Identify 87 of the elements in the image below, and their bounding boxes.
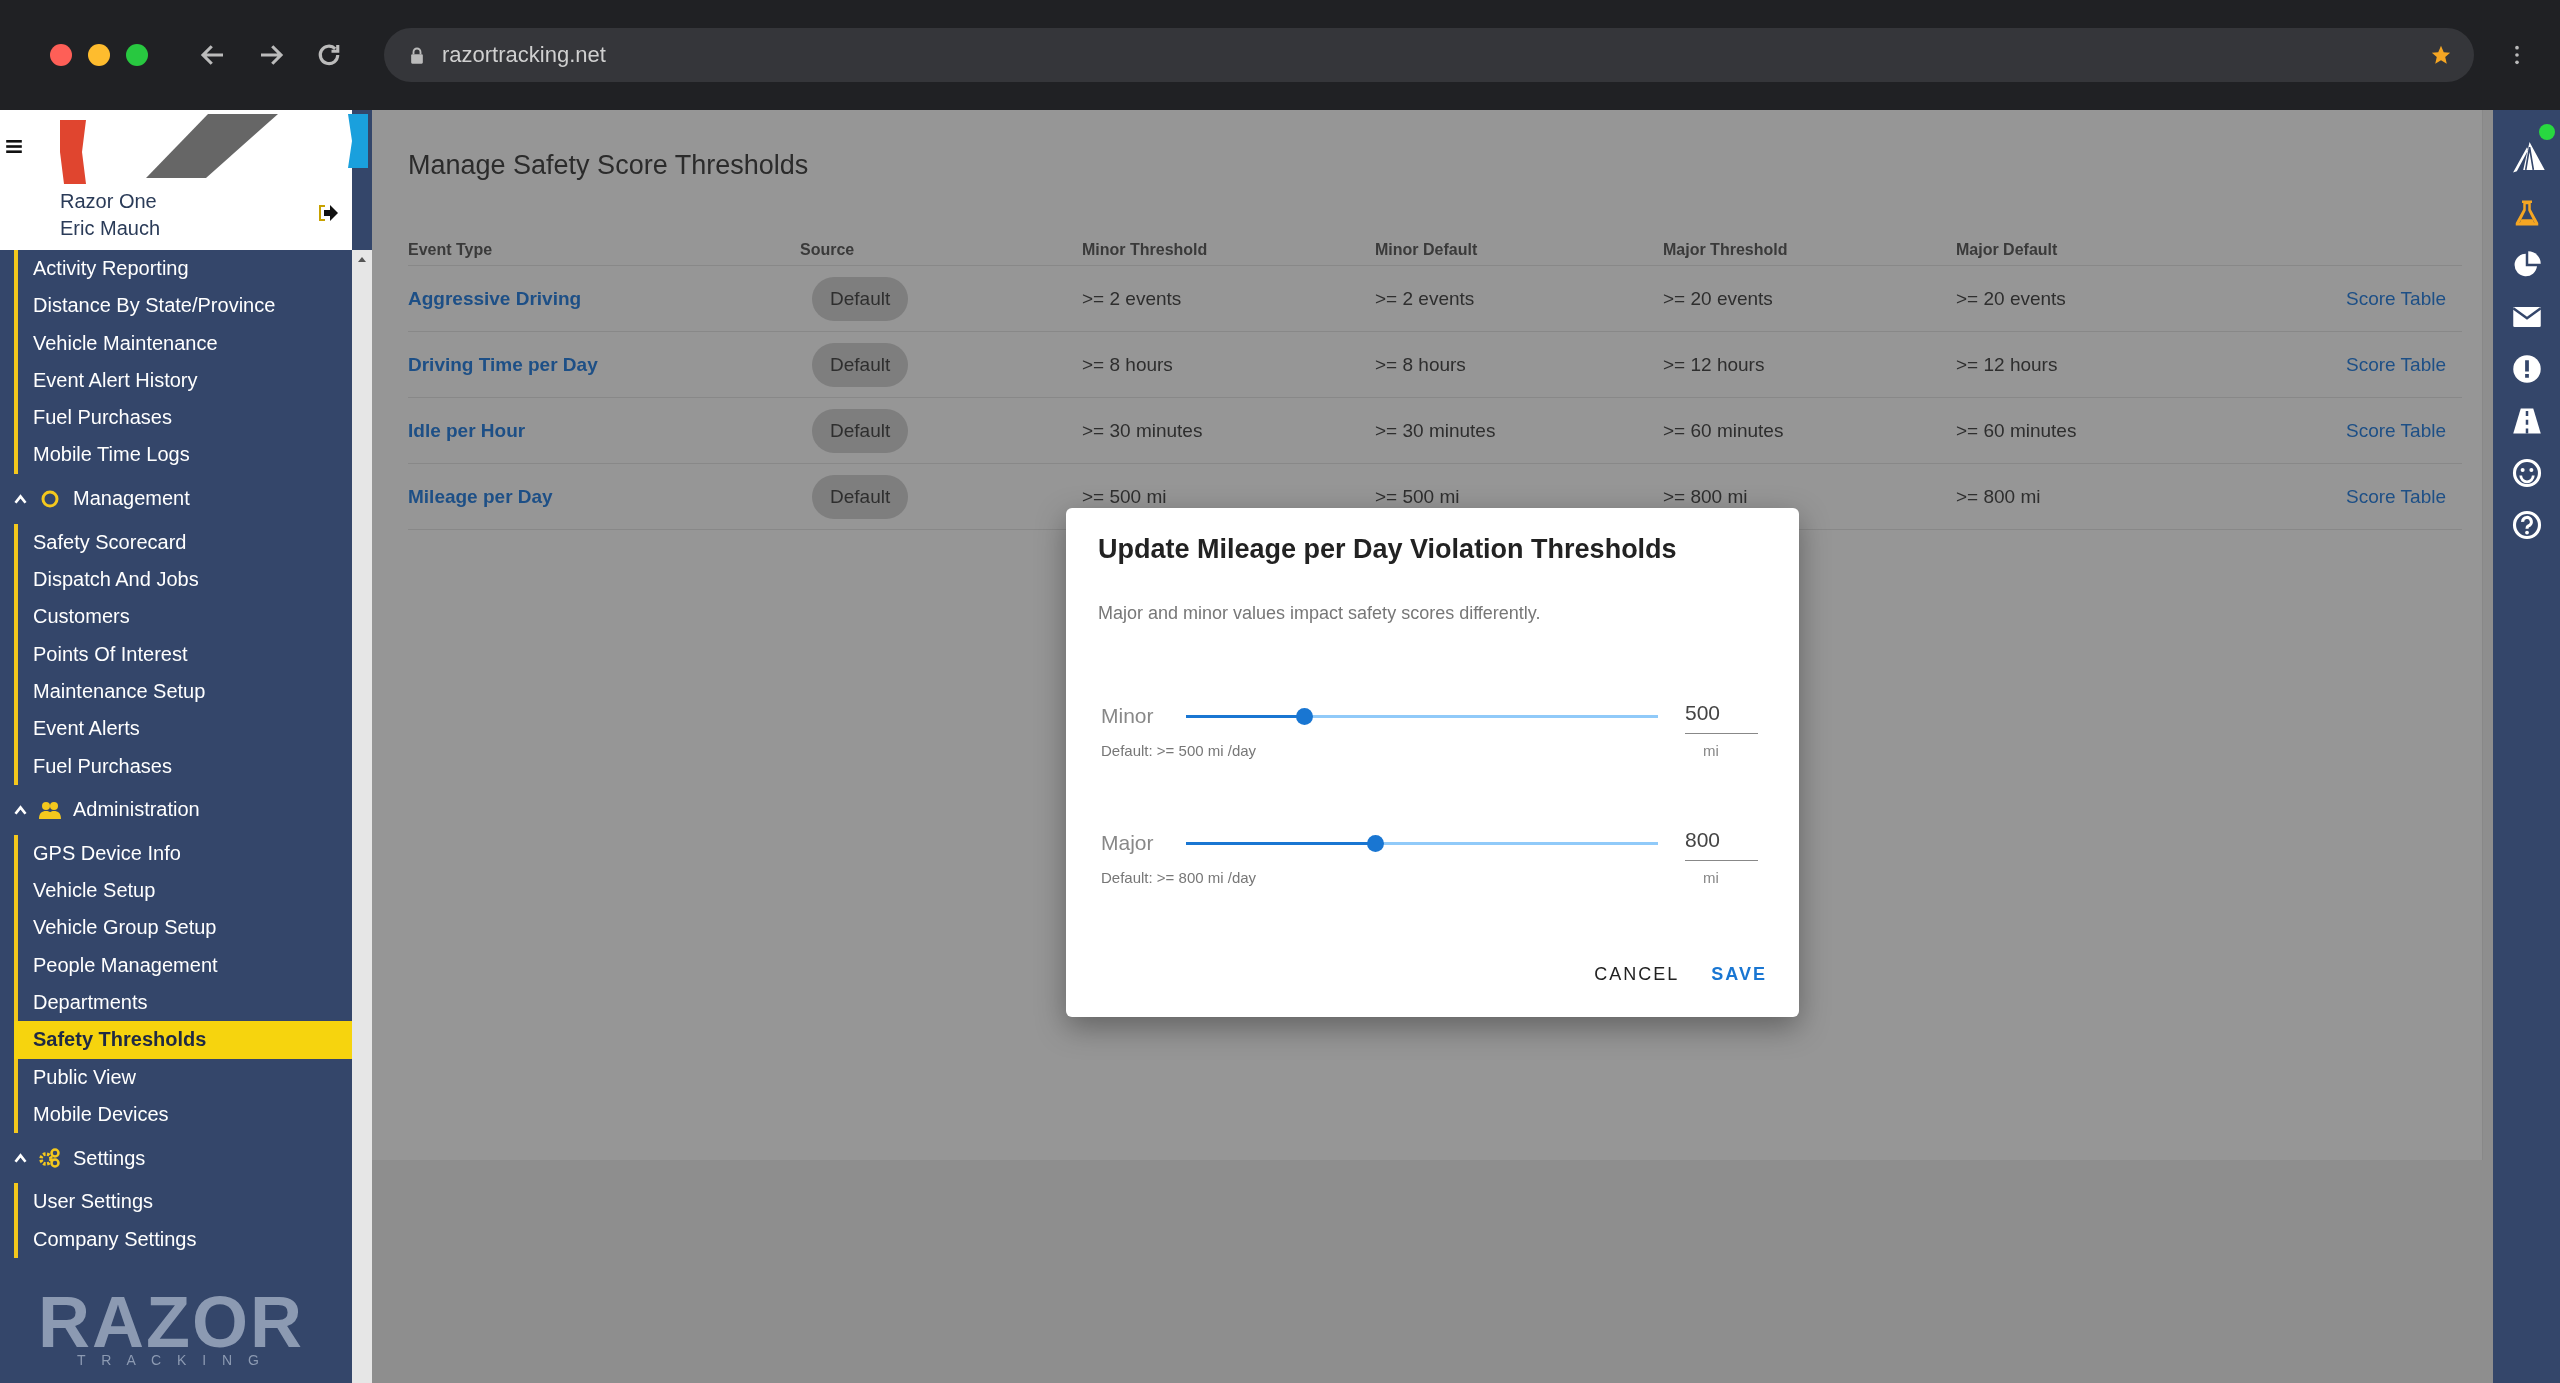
table-cell: >= 8 hours	[1375, 353, 1466, 375]
default-hint: Default: >= 500 mi /day	[1101, 742, 1257, 759]
sidebar-item[interactable]: Safety Scorecard	[18, 523, 352, 562]
sidebar-item[interactable]: Customers	[18, 598, 352, 636]
minimize-window-icon[interactable]	[88, 44, 110, 66]
caret-icon[interactable]	[14, 1153, 27, 1164]
smiley-icon[interactable]	[2511, 458, 2542, 488]
cancel-button[interactable]: CANCEL	[1588, 956, 1686, 993]
lock-icon	[410, 46, 424, 64]
sidebar-item[interactable]: Mobile Time Logs	[18, 436, 352, 474]
help-icon[interactable]	[2511, 510, 2542, 540]
dialog-title: Update Mileage per Day Violation Thresholds	[1098, 534, 1678, 565]
column-header: Minor Default	[1375, 241, 1479, 259]
column-header: Minor Threshold	[1082, 241, 1209, 259]
caret-icon[interactable]	[14, 493, 27, 504]
source-chip: Default	[812, 474, 909, 519]
sidebar-item[interactable]: Vehicle Maintenance	[18, 324, 352, 362]
slider-label: Major	[1100, 831, 1155, 855]
logout-icon[interactable]	[318, 204, 338, 222]
sidebar-item[interactable]: Company Settings	[18, 1220, 352, 1258]
column-header: Event Type	[408, 241, 494, 259]
caret-icon[interactable]	[14, 804, 27, 815]
sidebar-group-heading[interactable]: Administration	[73, 798, 200, 822]
slider-label: Minor	[1100, 704, 1155, 728]
menu-icon[interactable]	[6, 140, 22, 153]
close-window-icon[interactable]	[50, 44, 72, 66]
company-name: Razor One	[60, 189, 157, 214]
source-chip: Default	[812, 276, 909, 321]
sidebar-item[interactable]: Vehicle Setup	[18, 872, 352, 910]
maximize-window-icon[interactable]	[126, 44, 148, 66]
sidebar-item[interactable]: Event Alert History	[18, 361, 352, 400]
table-cell: >= 30 minutes	[1082, 419, 1203, 441]
source-chip: Default	[812, 408, 909, 453]
people-icon	[39, 799, 61, 820]
slider-thumb[interactable]	[1366, 834, 1384, 852]
table-cell: >= 500 mi	[1082, 485, 1167, 507]
scroll-up-icon[interactable]	[358, 256, 366, 262]
table-cell: >= 12 hours	[1956, 353, 2058, 375]
column-header: Major Threshold	[1663, 241, 1789, 259]
sidebar-item[interactable]: Vehicle Group Setup	[18, 909, 352, 947]
column-header: Major Default	[1956, 241, 2059, 259]
sidebar-item[interactable]: User Settings	[18, 1183, 352, 1221]
table-cell: >= 12 hours	[1663, 353, 1765, 375]
sidebar-item[interactable]: Departments	[18, 984, 352, 1022]
table-cell: >= 60 minutes	[1663, 419, 1784, 441]
circle-icon	[39, 488, 61, 509]
page-title: Manage Safety Score Thresholds	[408, 150, 810, 181]
sidebar-item[interactable]: Activity Reporting	[18, 250, 352, 288]
unit-label: mi	[1703, 869, 1720, 886]
column-header: Source	[800, 241, 856, 259]
sidebar-item[interactable]: Fuel Purchases	[18, 747, 352, 785]
more-options-icon[interactable]	[2514, 44, 2520, 66]
default-hint: Default: >= 800 mi /day	[1101, 869, 1257, 886]
sidebar-item[interactable]: Fuel Purchases	[18, 399, 352, 437]
sidebar-group-heading[interactable]: Settings	[73, 1146, 146, 1170]
road-icon[interactable]	[2511, 406, 2542, 436]
sidebar-group-heading[interactable]: Management	[73, 487, 190, 511]
source-chip: Default	[812, 342, 909, 387]
unit-label: mi	[1703, 742, 1720, 759]
bookmark-star-icon[interactable]	[2430, 44, 2452, 66]
gears-icon	[39, 1148, 61, 1169]
table-cell: >= 800 mi	[1956, 485, 2041, 507]
sidebar-item[interactable]: Points Of Interest	[18, 635, 352, 673]
sidebar-item[interactable]: Mobile Devices	[18, 1095, 352, 1134]
table-cell: >= 2 events	[1082, 287, 1182, 309]
sidebar-item[interactable]: Safety Thresholds	[14, 1021, 352, 1059]
table-cell: >= 20 events	[1956, 287, 2066, 309]
sidebar-item[interactable]: Event Alerts	[18, 710, 352, 748]
user-name: Eric Mauch	[60, 216, 161, 241]
table-cell: >= 500 mi	[1375, 485, 1460, 507]
slider-thumb[interactable]	[1296, 707, 1313, 725]
sidebar-item[interactable]: GPS Device Info	[18, 834, 352, 873]
table-cell: >= 800 mi	[1663, 485, 1748, 507]
address-bar[interactable]: razortracking.net	[384, 28, 2474, 82]
sidebar-item[interactable]: Maintenance Setup	[18, 672, 352, 711]
sidebar-item[interactable]: Dispatch And Jobs	[18, 561, 352, 599]
table-cell: >= 60 minutes	[1956, 419, 2077, 441]
table-cell: >= 20 events	[1663, 287, 1773, 309]
alert-icon[interactable]	[2511, 354, 2542, 384]
sidebar-item[interactable]: Distance By State/Province	[18, 287, 352, 325]
table-cell: >= 8 hours	[1082, 353, 1173, 375]
save-button[interactable]: SAVE	[1705, 956, 1773, 993]
sidebar-item[interactable]: Public View	[18, 1058, 352, 1096]
table-cell: >= 2 events	[1375, 287, 1475, 309]
table-cell: >= 30 minutes	[1375, 419, 1496, 441]
dialog-description: Major and minor values impact safety scores differently.	[1098, 603, 1542, 624]
sidebar-item[interactable]: People Management	[18, 946, 352, 985]
